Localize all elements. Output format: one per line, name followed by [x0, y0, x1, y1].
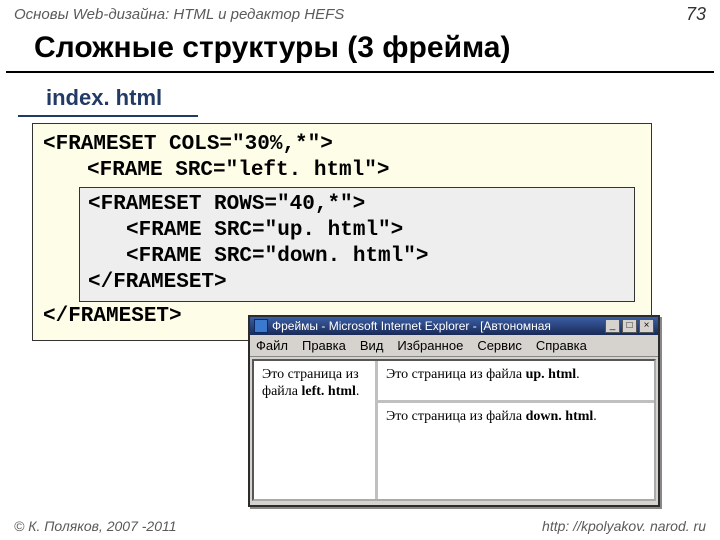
menu-file[interactable]: Файл	[256, 338, 288, 353]
frame-left-file: left. html	[301, 384, 355, 399]
window-title: Фреймы - Microsoft Internet Explorer - […	[272, 319, 551, 333]
code-line: </FRAMESET>	[88, 270, 626, 296]
page-number: 73	[686, 4, 706, 25]
code-line: <FRAMESET ROWS="40,*">	[88, 192, 626, 218]
frame-up: Это страница из файла up. html.	[378, 361, 654, 403]
footer-url: http: //kpolyakov. narod. ru	[542, 518, 706, 534]
close-button[interactable]: ×	[639, 319, 654, 333]
browser-window: Фреймы - Microsoft Internet Explorer - […	[248, 315, 660, 507]
code-line: <FRAMESET COLS="30%,*">	[43, 132, 641, 158]
page-title: Сложные структуры (3 фрейма)	[6, 27, 714, 73]
frame-up-file: up. html	[526, 367, 577, 382]
ie-icon	[254, 319, 268, 333]
menu-help[interactable]: Справка	[536, 338, 587, 353]
code-line: <FRAME SRC="up. html">	[88, 218, 626, 244]
code-line: <FRAME SRC="left. html">	[43, 158, 641, 184]
frameset-preview: Это страница из файла left. html. Это ст…	[252, 359, 656, 501]
frame-down: Это страница из файла down. html.	[378, 403, 654, 499]
footer: © К. Поляков, 2007 -2011 http: //kpolyak…	[0, 514, 720, 538]
titlebar: Фреймы - Microsoft Internet Explorer - […	[250, 317, 658, 335]
code-block-outer: <FRAMESET COLS="30%,*"> <FRAME SRC="left…	[32, 123, 652, 341]
frame-down-file: down. html	[526, 409, 594, 424]
code-block-inner: <FRAMESET ROWS="40,*"> <FRAME SRC="up. h…	[79, 187, 635, 302]
frame-right-col: Это страница из файла up. html. Это стра…	[378, 361, 654, 499]
menu-view[interactable]: Вид	[360, 338, 384, 353]
copyright: © К. Поляков, 2007 -2011	[14, 518, 177, 534]
code-line: <FRAME SRC="down. html">	[88, 244, 626, 270]
frame-down-text: Это страница из файла	[386, 409, 526, 424]
menu-service[interactable]: Сервис	[477, 338, 522, 353]
menu-bar: Файл Правка Вид Избранное Сервис Справка	[250, 335, 658, 357]
filename-label: index. html	[18, 81, 198, 117]
minimize-button[interactable]: _	[605, 319, 620, 333]
frame-up-text: Это страница из файла	[386, 367, 526, 382]
breadcrumb: Основы Web-дизайна: HTML и редактор HEFS	[14, 6, 344, 23]
menu-favorites[interactable]: Избранное	[397, 338, 463, 353]
frame-left: Это страница из файла left. html.	[254, 361, 378, 499]
header-bar: Основы Web-дизайна: HTML и редактор HEFS…	[0, 0, 720, 27]
maximize-button[interactable]: □	[622, 319, 637, 333]
menu-edit[interactable]: Правка	[302, 338, 346, 353]
